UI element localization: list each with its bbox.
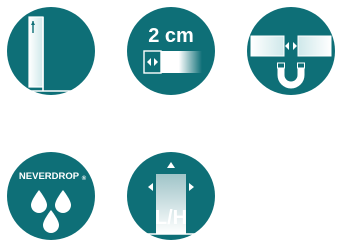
clearance-label: 2 cm bbox=[148, 25, 194, 47]
wall-clearance-badge: 2 cm bbox=[127, 7, 215, 95]
adjustable-size-badge: L/H bbox=[127, 152, 215, 240]
water-drops-icon: NEVERDROP ® bbox=[7, 152, 95, 240]
neverdrop-badge: NEVERDROP ® bbox=[7, 152, 95, 240]
magnetic-closure-badge bbox=[247, 7, 335, 95]
vertical-profile-badge bbox=[7, 7, 95, 95]
registered-mark: ® bbox=[82, 175, 87, 182]
vertical-profile-icon bbox=[7, 7, 95, 95]
feature-icons-canvas: 2 cm NEVERDROP ® L/H bbox=[0, 0, 338, 240]
adjustable-size-icon: L/H bbox=[127, 152, 215, 240]
size-label: L/H bbox=[155, 207, 187, 229]
neverdrop-label: NEVERDROP bbox=[19, 171, 80, 182]
magnet-closure-icon bbox=[247, 7, 335, 95]
clearance-gap-icon: 2 cm bbox=[127, 7, 215, 95]
